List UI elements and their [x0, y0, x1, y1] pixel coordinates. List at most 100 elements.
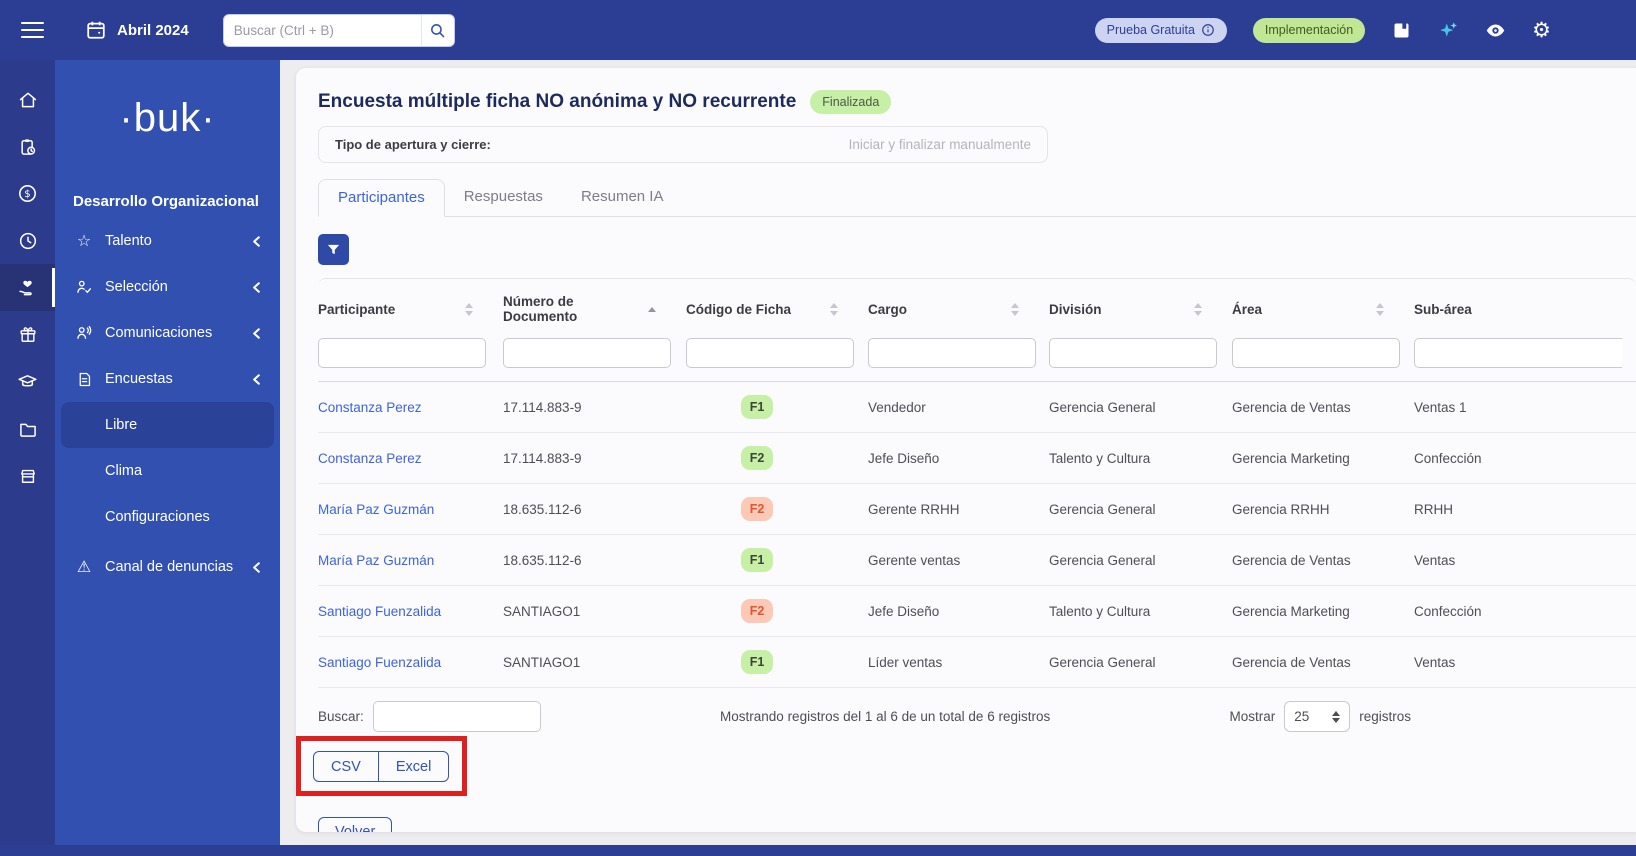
save-icon[interactable] [1391, 20, 1412, 41]
chevron-left-icon [249, 372, 264, 387]
excel-export-button[interactable]: Excel [378, 751, 449, 782]
column-filter-input-area[interactable] [1232, 338, 1400, 368]
sidebar-section-title: Desarrollo Organizacional [73, 193, 280, 210]
rail-item-home[interactable] [0, 76, 55, 123]
sort-icon[interactable] [1376, 303, 1384, 316]
division-cell: Gerencia General [1049, 502, 1232, 517]
table-row: Constanza Perez 17.114.883-9 F2 Jefe Dis… [318, 433, 1636, 484]
column-filter-input-division[interactable] [1049, 338, 1217, 368]
sort-icon[interactable] [830, 303, 838, 316]
rail-item-documents[interactable] [0, 405, 55, 452]
column-filter-input-cargo[interactable] [868, 338, 1036, 368]
eye-icon[interactable] [1485, 20, 1506, 41]
implementation-badge[interactable]: Implementación [1253, 18, 1365, 43]
column-filter-input-documento[interactable] [503, 338, 671, 368]
back-button[interactable]: Volver [318, 817, 392, 832]
page-size-select[interactable]: 25 [1284, 701, 1350, 732]
sidebar-item-label: Talento [105, 233, 152, 249]
icon-rail: $ [0, 60, 55, 856]
highlight-annotation: CSV Excel [296, 736, 467, 796]
sort-icon[interactable] [648, 307, 656, 312]
sidebar-item-seleccion[interactable]: Selección [55, 264, 280, 310]
column-filter-input-ficha[interactable] [686, 338, 854, 368]
gear-icon[interactable]: ⚙ [1532, 20, 1551, 41]
page-size-value: 25 [1294, 709, 1309, 724]
sidebar-subitem-clima[interactable]: Clima [61, 448, 274, 494]
content-card: Encuesta múltiple ficha NO anónima y NO … [296, 68, 1636, 832]
warning-triangle-icon: ⚠ [73, 559, 95, 575]
tab-respuestas[interactable]: Respuestas [445, 179, 562, 216]
ficha-badge: F2 [741, 599, 774, 623]
rail-item-tasks[interactable] [0, 123, 55, 170]
sort-icon[interactable] [1011, 303, 1019, 316]
tab-participantes[interactable]: Participantes [318, 179, 445, 217]
column-filter-input-subarea[interactable] [1414, 338, 1622, 368]
person-voice-icon [73, 324, 95, 342]
area-cell: Gerencia de Ventas [1232, 400, 1414, 415]
participant-link[interactable]: Constanza Perez [318, 451, 422, 466]
cargo-cell: Líder ventas [868, 655, 1049, 670]
subarea-cell: Ventas [1414, 655, 1636, 670]
sidebar-subitem-label: Libre [105, 417, 137, 433]
table-row: María Paz Guzmán 18.635.112-6 F1 Gerente… [318, 535, 1636, 586]
sidebar-item-talento[interactable]: ☆ Talento [55, 218, 280, 264]
subarea-cell: Confección [1414, 604, 1636, 619]
table-footer: Buscar: Mostrando registros del 1 al 6 d… [318, 701, 1636, 732]
column-header-participante[interactable]: Participante [318, 279, 503, 333]
rail-item-payroll[interactable]: $ [0, 170, 55, 217]
column-header-area[interactable]: Área [1232, 279, 1414, 333]
csv-export-button[interactable]: CSV [313, 751, 379, 782]
global-search-input[interactable] [224, 23, 421, 38]
tab-resumen-ia[interactable]: Resumen IA [562, 179, 683, 216]
subarea-cell: Ventas 1 [1414, 400, 1636, 415]
folder-icon [18, 419, 38, 439]
rail-item-company[interactable] [0, 452, 55, 499]
top-navbar: Abril 2024 Prueba Gratuita Implementació… [0, 0, 1636, 60]
sparkles-icon[interactable] [1438, 20, 1459, 41]
storefront-icon [18, 466, 38, 486]
sidebar-item-comunicaciones[interactable]: Comunicaciones [55, 310, 280, 356]
sort-icon[interactable] [465, 303, 473, 316]
rail-item-training[interactable] [0, 358, 55, 405]
participant-link[interactable]: María Paz Guzmán [318, 553, 434, 568]
rail-item-benefits[interactable] [0, 311, 55, 358]
ficha-badge: F1 [741, 650, 774, 674]
sidebar-subitem-libre[interactable]: Libre [61, 402, 274, 448]
sidebar-item-label: Selección [105, 279, 168, 295]
table-search-input[interactable] [373, 701, 541, 732]
table-row: Santiago Fuenzalida SANTIAGO1 F1 Líder v… [318, 637, 1636, 688]
sidebar-item-encuestas[interactable]: Encuestas [55, 356, 280, 402]
svg-text:$: $ [24, 189, 30, 200]
column-header-cargo[interactable]: Cargo [868, 279, 1049, 333]
tab-bar: Participantes Respuestas Resumen IA [318, 179, 1636, 217]
bottom-bar [0, 845, 1636, 856]
filter-button[interactable] [318, 234, 349, 265]
table-row: Santiago Fuenzalida SANTIAGO1 F2 Jefe Di… [318, 586, 1636, 637]
rail-item-time[interactable] [0, 217, 55, 264]
participant-link[interactable]: María Paz Guzmán [318, 502, 434, 517]
trial-badge[interactable]: Prueba Gratuita [1095, 18, 1227, 43]
search-icon[interactable] [421, 15, 454, 46]
hamburger-menu-icon[interactable] [21, 17, 44, 42]
column-header-division[interactable]: División [1049, 279, 1232, 333]
participant-link[interactable]: Santiago Fuenzalida [318, 655, 441, 670]
column-filter-input-participante[interactable] [318, 338, 486, 368]
open-close-label: Tipo de apertura y cierre: [335, 137, 491, 152]
column-header-subarea[interactable]: Sub-área [1414, 279, 1636, 333]
column-header-documento[interactable]: Número de Documento [503, 279, 686, 333]
subarea-cell: RRHH [1414, 502, 1636, 517]
trial-badge-label: Prueba Gratuita [1107, 23, 1195, 37]
sort-icon[interactable] [1194, 303, 1202, 316]
rail-item-talent[interactable] [0, 264, 55, 311]
sidebar-item-canal-denuncias[interactable]: ⚠ Canal de denuncias [55, 544, 280, 590]
table-search-label: Buscar: [318, 709, 364, 724]
cargo-cell: Jefe Diseño [868, 604, 1049, 619]
document-cell: 17.114.883-9 [503, 400, 686, 415]
division-cell: Gerencia General [1049, 655, 1232, 670]
sidebar-subitem-configuraciones[interactable]: Configuraciones [61, 494, 274, 540]
period-selector[interactable]: Abril 2024 [85, 19, 189, 41]
participant-link[interactable]: Constanza Perez [318, 400, 422, 415]
column-header-ficha[interactable]: Código de Ficha [686, 279, 868, 333]
participant-link[interactable]: Santiago Fuenzalida [318, 604, 441, 619]
cargo-cell: Gerente ventas [868, 553, 1049, 568]
